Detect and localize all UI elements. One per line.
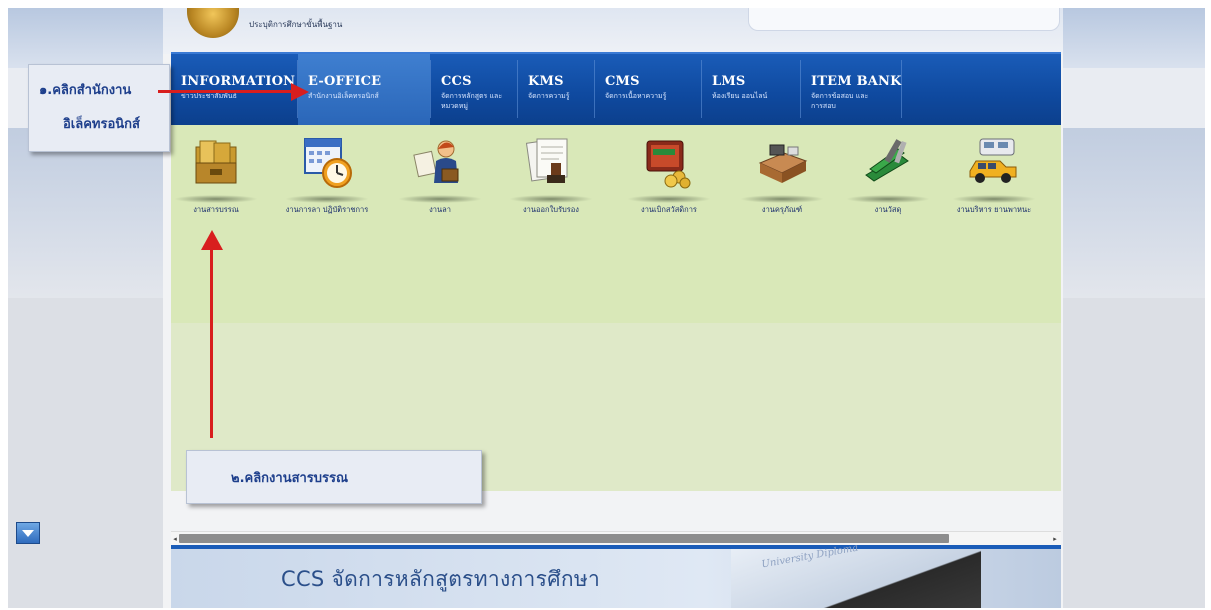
icon-equipment[interactable]: งานครุภัณฑ์ xyxy=(737,135,827,245)
icon-label: งานลา xyxy=(429,205,451,214)
icon-label: งานเบิกสวัสดิการ xyxy=(641,205,697,214)
icon-certificate[interactable]: งานออกใบรับรอง xyxy=(501,135,601,245)
nav-item-bank-title: ITEM BANK xyxy=(811,74,902,89)
vehicles-icon xyxy=(966,135,1022,191)
nav-lms-sub: ห้องเรียน ออนไลน์ xyxy=(712,92,768,100)
nav-kms[interactable]: KMS จัดการความรู้ xyxy=(518,54,594,126)
scroll-thumb[interactable] xyxy=(179,534,949,543)
nav-lms[interactable]: LMS ห้องเรียน ออนไลน์ xyxy=(702,54,800,126)
logo xyxy=(187,8,239,38)
nav-information-title: INFORMATION xyxy=(181,74,296,89)
stapler-supplies-icon xyxy=(860,135,916,191)
icon-supplies[interactable]: งานวัสดุ xyxy=(843,135,933,245)
nav-ccs-title: CCS xyxy=(441,74,472,89)
nav-kms-title: KMS xyxy=(528,74,564,89)
icon-label: งานครุภัณฑ์ xyxy=(761,205,803,214)
icon-shadow xyxy=(174,195,258,203)
red-arrow-horizontal xyxy=(158,90,298,93)
icon-shadow xyxy=(285,195,369,203)
nav-item-bank-sub: จัดการข้อสอบ และการสอบ xyxy=(811,92,869,110)
icon-leave-duty[interactable]: งานการลา ปฏิบัติราชการ xyxy=(277,135,377,245)
wallet-coins-icon xyxy=(641,135,697,191)
icon-shadow xyxy=(740,195,824,203)
nav-lms-title: LMS xyxy=(712,74,746,89)
scroll-right-arrow-icon[interactable]: ▸ xyxy=(1051,532,1059,546)
callout-step-2-text: ๒.คลิกงานสารบรรณ xyxy=(231,471,349,486)
icon-label: งานวัสดุ xyxy=(874,205,902,214)
screen: ประบุติการศึกษาขั้นพื้นฐาน INFORMATION ข… xyxy=(8,8,1205,608)
org-text: ประบุติการศึกษาขั้นพื้นฐาน xyxy=(249,20,343,29)
nav-ccs-sub: จัดการหลักสูตร และหมวดหมู่ xyxy=(441,92,503,110)
certificate-stamp-icon xyxy=(523,135,579,191)
callout-step-1: ๑.คลิกสำนักงาน อิเล็คทรอนิกส์ xyxy=(28,64,170,152)
icon-shadow xyxy=(952,195,1036,203)
scroll-left-arrow-icon[interactable]: ◂ xyxy=(171,532,179,546)
header-search-box[interactable] xyxy=(748,8,1060,31)
icon-shadow xyxy=(509,195,593,203)
arrow-head-up-icon xyxy=(201,230,223,250)
nav-item-bank[interactable]: ITEM BANK จัดการข้อสอบ และการสอบ xyxy=(801,54,901,126)
folder-box-icon xyxy=(188,135,244,191)
callout-step-1-line2: อิเล็คทรอนิกส์ xyxy=(63,117,140,132)
nav-divider xyxy=(901,60,902,118)
nav-ccs[interactable]: CCS จัดการหลักสูตร และหมวดหมู่ xyxy=(431,54,517,126)
icon-label: งานออกใบรับรอง xyxy=(523,205,579,214)
icon-saraban[interactable]: งานสารบรรณ xyxy=(171,135,261,245)
calendar-clock-icon xyxy=(299,135,355,191)
person-briefcase-icon xyxy=(412,135,468,191)
banner-text: CCS จัดการหลักสูตรทางการศึกษา xyxy=(281,567,601,591)
icon-welfare[interactable]: งานเบิกสวัสดิการ xyxy=(617,135,721,245)
callout-step-2: ๒.คลิกงานสารบรรณ xyxy=(186,450,482,504)
ccs-banner[interactable]: CCS จัดการหลักสูตรทางการศึกษา University… xyxy=(171,543,1061,608)
page-header: ประบุติการศึกษาขั้นพื้นฐาน xyxy=(163,8,1063,54)
red-arrow-vertical xyxy=(210,248,213,438)
icon-leave[interactable]: งานลา xyxy=(395,135,485,245)
nav-e-office-sub: สำนักงานอิเล็คทรอนิกส์ xyxy=(308,92,379,100)
callout-step-1-line1: ๑.คลิกสำนักงาน xyxy=(39,83,132,98)
icon-label: งานการลา ปฏิบัติราชการ xyxy=(285,205,369,214)
nav-e-office-title: E-OFFICE xyxy=(308,74,382,89)
desk-equipment-icon xyxy=(754,135,810,191)
icon-label: งานบริหาร ยานพาหนะ xyxy=(956,205,1032,214)
icon-vehicles[interactable]: งานบริหาร ยานพาหนะ xyxy=(949,135,1039,245)
nav-cms-sub: จัดการเนื้อหาความรู้ xyxy=(605,92,667,100)
nav-e-office[interactable]: E-OFFICE สำนักงานอิเล็คทรอนิกส์ xyxy=(298,54,430,126)
icon-shadow xyxy=(627,195,711,203)
scroll-down-button[interactable] xyxy=(16,522,40,544)
nav-cms-title: CMS xyxy=(605,74,640,89)
arrow-head-right-icon xyxy=(291,83,309,101)
nav-cms[interactable]: CMS จัดการเนื้อหาความรู้ xyxy=(595,54,701,126)
icon-label: งานสารบรรณ xyxy=(193,205,239,214)
e-office-panel: งานสารบรรณ งานการลา ปฏิบัติราชการ งานลา … xyxy=(171,125,1061,323)
icon-shadow xyxy=(846,195,930,203)
icon-shadow xyxy=(398,195,482,203)
